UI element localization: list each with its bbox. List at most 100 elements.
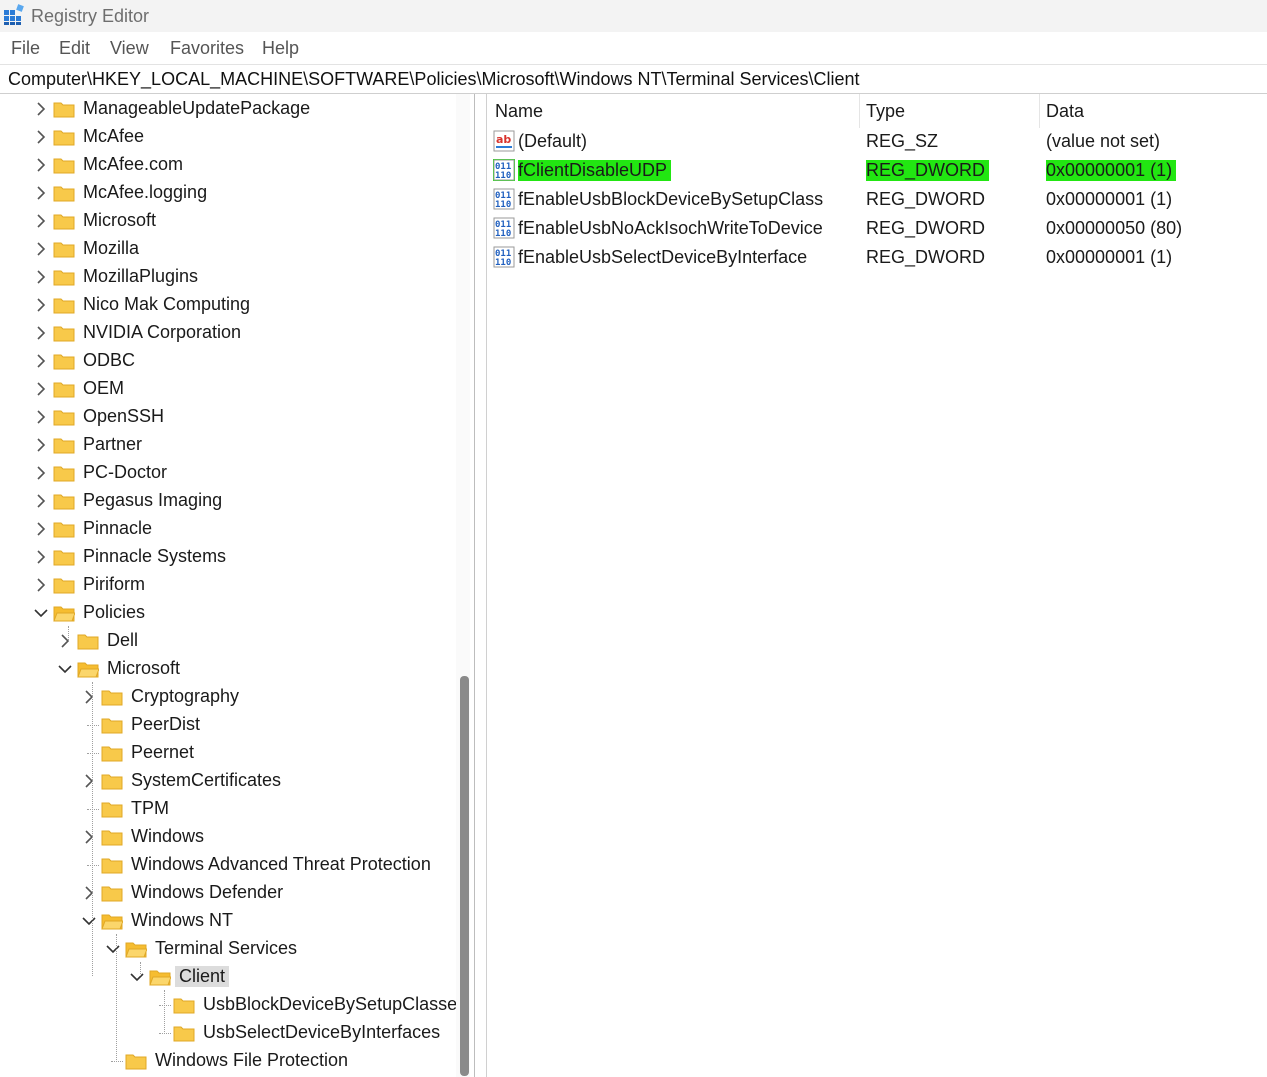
tree-item-label[interactable]: Windows xyxy=(131,826,204,847)
chevron-right-icon[interactable] xyxy=(33,325,49,341)
tree-item-label[interactable]: UsbSelectDeviceByInterfaces xyxy=(203,1022,440,1043)
chevron-right-icon[interactable] xyxy=(33,101,49,117)
tree-item-label[interactable]: Windows Defender xyxy=(131,882,283,903)
tree-item[interactable]: Windows NT xyxy=(0,908,470,936)
chevron-right-icon[interactable] xyxy=(33,465,49,481)
tree-item-label[interactable]: Partner xyxy=(83,434,142,455)
chevron-down-icon[interactable] xyxy=(105,941,121,957)
tree-item-label[interactable]: Microsoft xyxy=(83,210,156,231)
tree-item-label[interactable]: PeerDist xyxy=(131,714,200,735)
chevron-down-icon[interactable] xyxy=(129,969,145,985)
tree-item[interactable]: NVIDIA Corporation xyxy=(0,320,470,348)
tree-item-label[interactable]: Windows Advanced Threat Protection xyxy=(131,854,431,875)
address-path[interactable]: Computer\HKEY_LOCAL_MACHINE\SOFTWARE\Pol… xyxy=(8,69,860,90)
column-divider[interactable] xyxy=(1039,94,1040,128)
tree-item-label[interactable]: Pinnacle xyxy=(83,518,152,539)
tree-item-label[interactable]: Nico Mak Computing xyxy=(83,294,250,315)
chevron-right-icon[interactable] xyxy=(57,633,73,649)
tree-item[interactable]: Terminal Services xyxy=(0,936,470,964)
tree-item[interactable]: Policies xyxy=(0,600,470,628)
menu-file[interactable]: File xyxy=(11,38,40,59)
column-header-data[interactable]: Data xyxy=(1046,101,1084,122)
tree-item-label[interactable]: OpenSSH xyxy=(83,406,164,427)
value-row[interactable]: 011 110 fEnableUsbBlockDeviceBySetupClass R… xyxy=(487,185,1267,214)
tree-item[interactable]: UsbBlockDeviceBySetupClasses xyxy=(0,992,470,1020)
tree-item[interactable]: Pinnacle Systems xyxy=(0,544,470,572)
tree-item[interactable]: Pinnacle xyxy=(0,516,470,544)
tree-item[interactable]: Windows Advanced Threat Protection xyxy=(0,852,470,880)
tree-item-label[interactable]: PC-Doctor xyxy=(83,462,167,483)
chevron-right-icon[interactable] xyxy=(33,409,49,425)
tree-item[interactable]: McAfee.com xyxy=(0,152,470,180)
tree-item[interactable]: PC-Doctor xyxy=(0,460,470,488)
column-header-type[interactable]: Type xyxy=(866,101,905,122)
tree-item[interactable]: PeerDist xyxy=(0,712,470,740)
tree-item-label[interactable]: Policies xyxy=(83,602,145,623)
values-list[interactable]: Name Type Data ab (Default) REG_SZ (value n… xyxy=(487,94,1267,1077)
tree-item[interactable]: ManageableUpdatePackage xyxy=(0,96,470,124)
value-row[interactable]: 011 110 fEnableUsbNoAckIsochWriteToDevice R… xyxy=(487,214,1267,243)
tree-item-label[interactable]: Pegasus Imaging xyxy=(83,490,222,511)
menu-view[interactable]: View xyxy=(110,38,149,59)
chevron-right-icon[interactable] xyxy=(81,885,97,901)
tree-item[interactable]: SystemCertificates xyxy=(0,768,470,796)
tree-item[interactable]: Peernet xyxy=(0,740,470,768)
chevron-right-icon[interactable] xyxy=(33,577,49,593)
chevron-down-icon[interactable] xyxy=(33,605,49,621)
chevron-right-icon[interactable] xyxy=(33,493,49,509)
tree-item[interactable]: Windows Defender xyxy=(0,880,470,908)
menu-favorites[interactable]: Favorites xyxy=(170,38,244,59)
tree-item-label[interactable]: Microsoft xyxy=(107,658,180,679)
tree-item[interactable]: Piriform xyxy=(0,572,470,600)
column-header-name[interactable]: Name xyxy=(495,101,543,122)
tree-item-label[interactable]: Client xyxy=(175,966,230,987)
tree-item[interactable]: ODBC xyxy=(0,348,470,376)
tree-scrollbar-thumb[interactable] xyxy=(460,676,469,1076)
chevron-right-icon[interactable] xyxy=(33,521,49,537)
tree-item[interactable]: Microsoft xyxy=(0,656,470,684)
tree-item-label[interactable]: ODBC xyxy=(83,350,135,371)
pane-splitter[interactable] xyxy=(476,94,487,1077)
tree-item[interactable]: MozillaPlugins xyxy=(0,264,470,292)
tree-item-label[interactable]: McAfee xyxy=(83,126,144,147)
tree-item-label[interactable]: Terminal Services xyxy=(155,938,297,959)
chevron-right-icon[interactable] xyxy=(81,773,97,789)
tree-item-label[interactable]: UsbBlockDeviceBySetupClasses xyxy=(203,994,466,1015)
tree-item-label[interactable]: Peernet xyxy=(131,742,194,763)
chevron-down-icon[interactable] xyxy=(57,661,73,677)
chevron-right-icon[interactable] xyxy=(33,185,49,201)
tree-item[interactable]: OpenSSH xyxy=(0,404,470,432)
tree-item[interactable]: TPM xyxy=(0,796,470,824)
chevron-right-icon[interactable] xyxy=(33,353,49,369)
tree-item-label[interactable]: OEM xyxy=(83,378,124,399)
tree-item-label[interactable]: McAfee.com xyxy=(83,154,183,175)
address-bar[interactable]: Computer\HKEY_LOCAL_MACHINE\SOFTWARE\Pol… xyxy=(0,64,1267,94)
tree-item-label[interactable]: Piriform xyxy=(83,574,145,595)
tree-item[interactable]: UsbSelectDeviceByInterfaces xyxy=(0,1020,470,1048)
chevron-right-icon[interactable] xyxy=(33,129,49,145)
chevron-down-icon[interactable] xyxy=(81,913,97,929)
tree-item[interactable]: Partner xyxy=(0,432,470,460)
chevron-right-icon[interactable] xyxy=(33,297,49,313)
menu-help[interactable]: Help xyxy=(262,38,299,59)
tree-item-label[interactable]: Cryptography xyxy=(131,686,239,707)
value-row[interactable]: 011 110 fClientDisableUDP REG_DWORD 0x000000… xyxy=(487,156,1267,185)
tree-item-label[interactable]: Windows File Protection xyxy=(155,1050,348,1071)
chevron-right-icon[interactable] xyxy=(33,241,49,257)
tree-item[interactable]: Microsoft xyxy=(0,208,470,236)
tree-item[interactable]: Dell xyxy=(0,628,470,656)
tree-item[interactable]: Windows File Protection xyxy=(0,1048,470,1076)
menu-edit[interactable]: Edit xyxy=(59,38,90,59)
tree-item-label[interactable]: SystemCertificates xyxy=(131,770,281,791)
tree-item-label[interactable]: Windows NT xyxy=(131,910,233,931)
tree-item-label[interactable]: NVIDIA Corporation xyxy=(83,322,241,343)
chevron-right-icon[interactable] xyxy=(33,437,49,453)
tree-item[interactable]: Client xyxy=(0,964,470,992)
tree-item-label[interactable]: Dell xyxy=(107,630,138,651)
chevron-right-icon[interactable] xyxy=(81,829,97,845)
tree-item[interactable]: Cryptography xyxy=(0,684,470,712)
tree-item-label[interactable]: MozillaPlugins xyxy=(83,266,198,287)
column-divider[interactable] xyxy=(859,94,860,128)
chevron-right-icon[interactable] xyxy=(33,269,49,285)
tree-item-label[interactable]: Pinnacle Systems xyxy=(83,546,226,567)
